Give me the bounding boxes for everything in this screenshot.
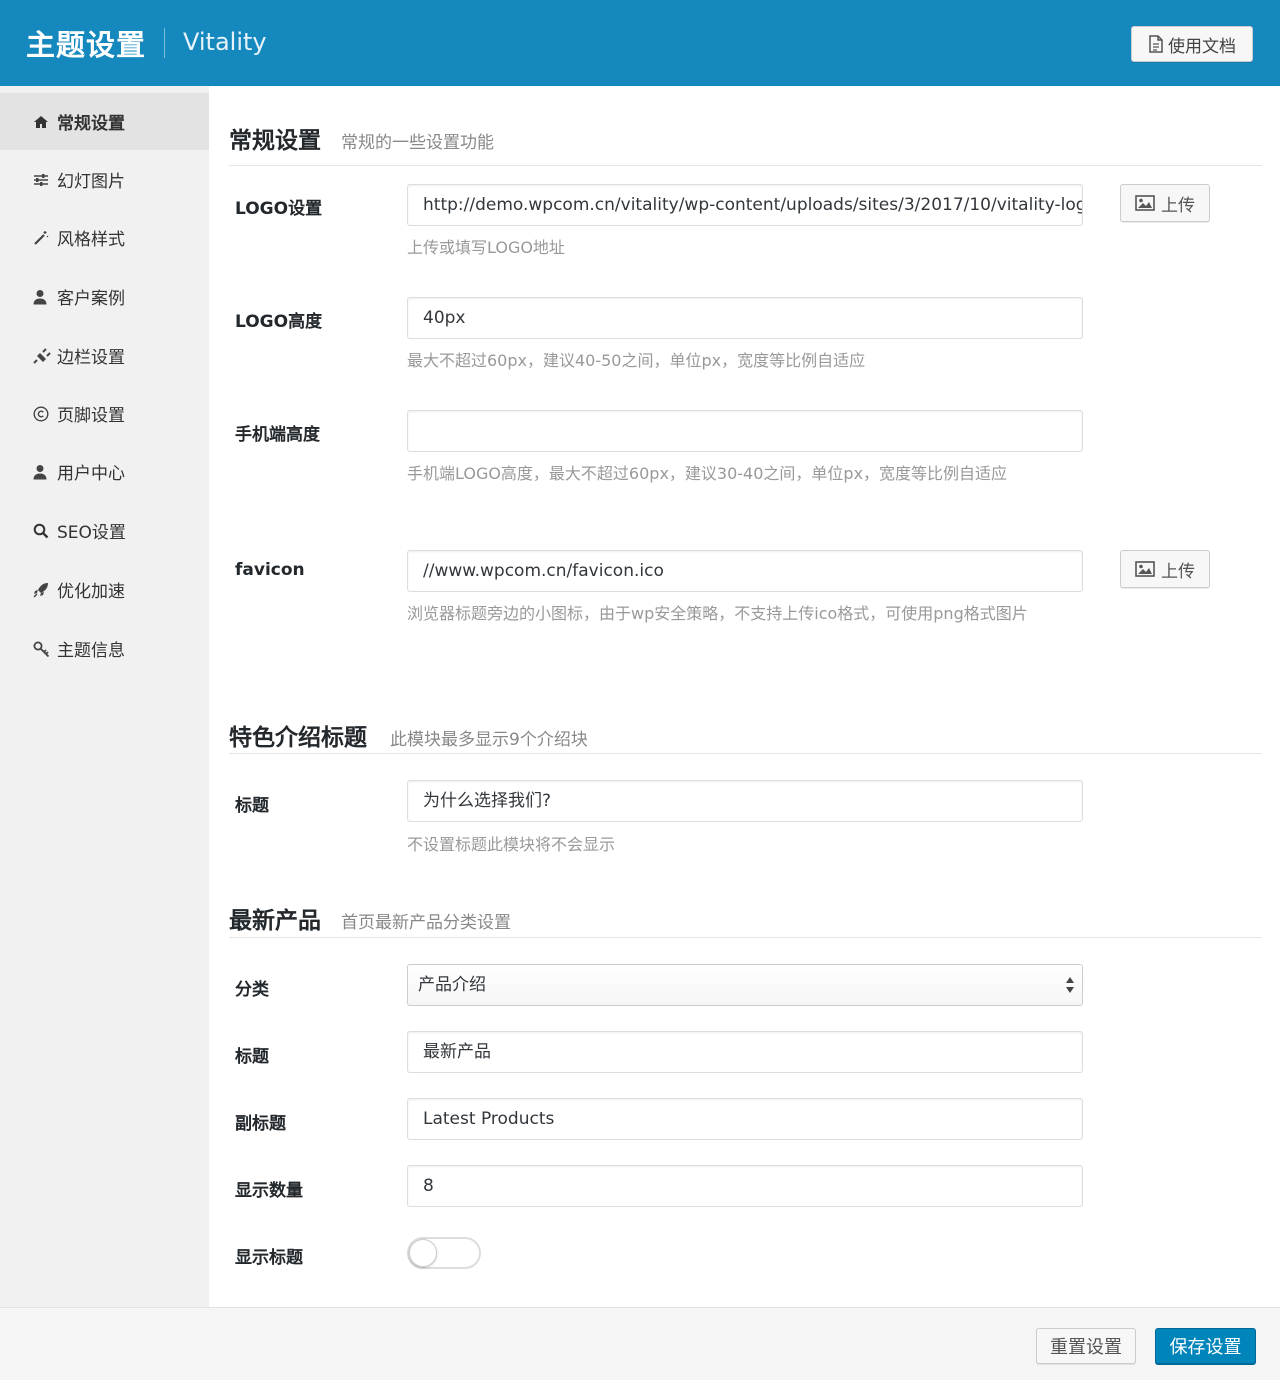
save-button[interactable]: 保存设置 [1155, 1328, 1256, 1364]
favicon-hint: 浏览器标题旁边的小图标，由于wp安全策略，不支持上传ico格式，可使用png格式… [407, 604, 1028, 623]
logo-url-field[interactable]: http://demo.wpcom.cn/vitality/wp-content… [407, 184, 1083, 226]
mobile-height-label: 手机端高度 [235, 425, 320, 445]
products-subheading-label: 副标题 [235, 1114, 286, 1134]
toggle-knob [409, 1239, 437, 1267]
products-heading-field[interactable]: 最新产品 [407, 1031, 1083, 1073]
user-icon [33, 289, 53, 305]
mobile-height-hint: 手机端LOGO高度，最大不超过60px，建议30-40之间，单位px，宽度等比例… [407, 464, 1008, 483]
logo-label: LOGO设置 [235, 199, 323, 219]
upload-button-label: 上传 [1161, 561, 1195, 582]
category-selected-value: 产品介绍 [418, 975, 486, 995]
sliders-icon [33, 173, 53, 187]
settings-panel: 常规设置 常规的一些设置功能 LOGO设置 http://demo.wpcom.… [209, 86, 1280, 1307]
sidebar-item-sidebar-settings[interactable]: 边栏设置 [0, 327, 209, 384]
sidebar-item-label: 主题信息 [57, 641, 125, 661]
sidebar-item-label: 幻灯图片 [57, 172, 125, 192]
plug-icon [33, 347, 53, 364]
magic-wand-icon [33, 230, 53, 246]
sidebar-item-footer[interactable]: 页脚设置 [0, 385, 209, 442]
section-header-general: 常规设置 常规的一些设置功能 [229, 121, 1262, 166]
section-subtitle: 首页最新产品分类设置 [341, 913, 511, 933]
document-icon [1149, 35, 1163, 53]
theme-name: Vitality [183, 28, 267, 56]
features-heading-field[interactable]: 为什么选择我们? [407, 780, 1083, 822]
sidebar-item-optimize[interactable]: 优化加速 [0, 561, 209, 618]
documentation-button-label: 使用文档 [1168, 36, 1236, 57]
favicon-url-field[interactable]: //www.wpcom.cn/favicon.ico [407, 550, 1083, 592]
section-subtitle: 此模块最多显示9个介绍块 [390, 730, 588, 750]
reset-button[interactable]: 重置设置 [1036, 1328, 1136, 1364]
logo-height-field[interactable]: 40px [407, 297, 1083, 339]
product-count-label: 显示数量 [235, 1181, 303, 1201]
user-icon [33, 464, 53, 480]
sidebar-item-label: SEO设置 [57, 523, 126, 543]
sidebar-item-slides[interactable]: 幻灯图片 [0, 151, 209, 208]
sidebar-item-label: 客户案例 [57, 289, 125, 309]
copyright-icon [33, 405, 53, 422]
mobile-height-field[interactable] [407, 410, 1083, 452]
image-icon [1135, 561, 1155, 577]
page-title: 主题设置 [26, 28, 147, 62]
products-heading-label: 标题 [235, 1047, 269, 1067]
sidebar-item-cases[interactable]: 客户案例 [0, 268, 209, 325]
logo-height-label: LOGO高度 [235, 312, 323, 332]
favicon-label: favicon [235, 560, 305, 580]
sidebar-item-label: 页脚设置 [57, 406, 125, 426]
sidebar-item-style[interactable]: 风格样式 [0, 209, 209, 266]
features-heading-hint: 不设置标题此模块将不会显示 [407, 835, 616, 854]
logo-upload-button[interactable]: 上传 [1120, 184, 1210, 222]
sidebar-item-label: 边栏设置 [57, 348, 125, 368]
sidebar-item-user-center[interactable]: 用户中心 [0, 443, 209, 500]
category-select[interactable]: 产品介绍 [407, 964, 1083, 1006]
sidebar-item-seo[interactable]: SEO设置 [0, 502, 209, 559]
show-title-label: 显示标题 [235, 1248, 303, 1268]
sidebar-item-label: 风格样式 [57, 230, 125, 250]
select-arrows-icon [1066, 977, 1074, 993]
section-subtitle: 常规的一些设置功能 [341, 133, 494, 153]
footer-action-bar: 重置设置 保存设置 [0, 1307, 1280, 1380]
section-header-features: 特色介绍标题 此模块最多显示9个介绍块 [229, 718, 1262, 754]
product-count-field[interactable]: 8 [407, 1165, 1083, 1207]
key-icon [33, 641, 53, 657]
section-title: 特色介绍标题 [229, 725, 367, 751]
section-header-products: 最新产品 首页最新产品分类设置 [229, 901, 1262, 938]
features-heading-label: 标题 [235, 796, 269, 816]
show-title-toggle[interactable] [407, 1237, 481, 1269]
documentation-button[interactable]: 使用文档 [1131, 26, 1253, 62]
rocket-icon [33, 582, 53, 598]
sidebar-item-label: 用户中心 [57, 464, 125, 484]
search-icon [33, 523, 53, 539]
sidebar: 常规设置 幻灯图片 风格样式 客户案例 边栏设置 页脚设置 用户中心 SEO设置… [0, 91, 209, 1307]
sidebar-item-general[interactable]: 常规设置 [0, 93, 209, 150]
sidebar-item-theme-info[interactable]: 主题信息 [0, 620, 209, 677]
section-title: 最新产品 [229, 908, 321, 934]
sidebar-item-label: 常规设置 [57, 114, 125, 134]
category-label: 分类 [235, 980, 269, 1000]
upload-button-label: 上传 [1161, 195, 1195, 216]
favicon-upload-button[interactable]: 上传 [1120, 550, 1210, 588]
logo-hint: 上传或填写LOGO地址 [407, 238, 565, 257]
products-subheading-field[interactable]: Latest Products [407, 1098, 1083, 1140]
home-icon [33, 115, 53, 129]
sidebar-item-label: 优化加速 [57, 582, 125, 602]
image-icon [1135, 195, 1155, 211]
header-divider [164, 28, 165, 58]
top-header-bar: 主题设置 Vitality 使用文档 [0, 0, 1280, 86]
section-title: 常规设置 [229, 128, 321, 154]
logo-height-hint: 最大不超过60px，建议40-50之间，单位px，宽度等比例自适应 [407, 351, 866, 370]
